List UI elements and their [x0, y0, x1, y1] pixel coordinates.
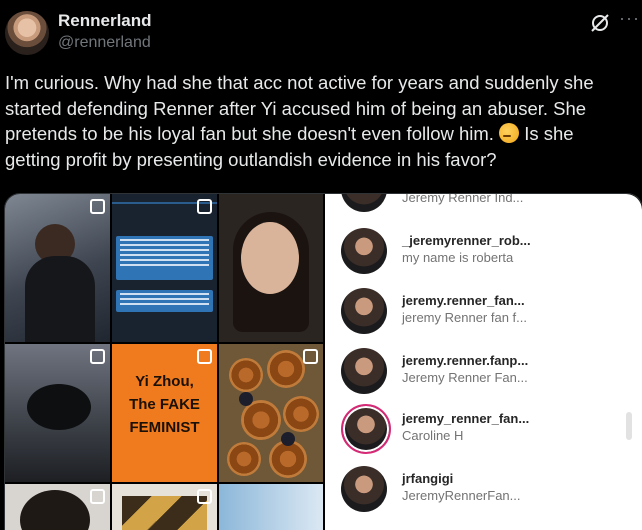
grid-card-line-2: The FAKE: [129, 396, 200, 413]
grok-slash-icon[interactable]: [589, 12, 611, 34]
list-item: Jeremy Renner Ind...: [325, 193, 642, 224]
select-checkbox-icon: [197, 199, 212, 214]
tweet-text: I'm curious. Why had she that acc not ac…: [5, 70, 633, 172]
list-item-username: _jeremyrenner_rob...: [402, 233, 531, 248]
list-item-fullname: Jeremy Renner Fan...: [402, 370, 528, 385]
thinking-face-emoji-icon: [499, 123, 520, 143]
avatar: [341, 404, 391, 454]
select-checkbox-icon: [90, 199, 105, 214]
list-item-fullname: Jeremy Renner Ind...: [402, 193, 524, 205]
grid-photo-selfie: [5, 194, 110, 342]
grid-photo-sky: [219, 484, 323, 530]
grid-photo-pattern: [112, 484, 217, 530]
author-avatar[interactable]: [5, 11, 49, 55]
list-item-username: jeremy.renner.fanp...: [402, 353, 529, 368]
list-item-fullname: my name is roberta: [402, 250, 514, 265]
grid-photo-cat: [5, 344, 110, 482]
select-checkbox-icon: [90, 489, 105, 504]
select-checkbox-icon: [90, 349, 105, 364]
select-checkbox-icon: [303, 349, 318, 364]
avatar: [341, 228, 387, 274]
avatar: [341, 194, 387, 212]
author-handle[interactable]: @rennerland: [58, 34, 151, 52]
grid-card-line-1: Yi Zhou,: [135, 373, 194, 390]
list-item-fullname: jeremy Renner fan f...: [402, 310, 527, 325]
list-item-fullname: Caroline H: [402, 428, 464, 443]
tweet-header: Rennerland @rennerland ···: [0, 0, 642, 66]
list-item: jeremy_renner_fan... Caroline H: [325, 404, 642, 462]
tweet-media[interactable]: Yi Zhou, The FAKE FEMINIST Jeremy Renner…: [4, 193, 642, 530]
list-item-fullname: JeremyRennerFan...: [402, 488, 521, 503]
select-checkbox-icon: [197, 489, 212, 504]
scrollbar: [626, 412, 632, 440]
list-item-username: jeremy_renner_fan...: [402, 411, 530, 426]
grid-card-fake-feminist: Yi Zhou, The FAKE FEMINIST: [112, 344, 217, 482]
author-display-name[interactable]: Rennerland: [58, 11, 152, 31]
list-item-username: jrfangigi: [402, 471, 454, 486]
select-checkbox-icon: [197, 349, 212, 364]
avatar: [341, 288, 387, 334]
list-item: jeremy.renner.fanp... Jeremy Renner Fan.…: [325, 346, 642, 404]
grid-photo-person: [5, 484, 110, 530]
avatar: [341, 348, 387, 394]
more-horizontal-icon[interactable]: ···: [619, 8, 640, 29]
list-item: _jeremyrenner_rob... my name is roberta: [325, 226, 642, 284]
avatar: [341, 466, 387, 512]
list-item-username: jeremy.renner_fan...: [402, 293, 525, 308]
grid-photo-portrait: [219, 194, 323, 342]
grid-photo-chat-screenshot: [112, 194, 217, 342]
list-item: jrfangigi JeremyRennerFan...: [325, 464, 642, 522]
screenshot-photo-grid: Yi Zhou, The FAKE FEMINIST: [5, 194, 323, 530]
following-list-screenshot: Jeremy Renner Ind... _jeremyrenner_rob..…: [325, 194, 642, 530]
grid-card-line-3: FEMINIST: [129, 419, 200, 436]
list-item: jeremy.renner_fan... jeremy Renner fan f…: [325, 286, 642, 344]
grid-photo-roses: [219, 344, 323, 482]
